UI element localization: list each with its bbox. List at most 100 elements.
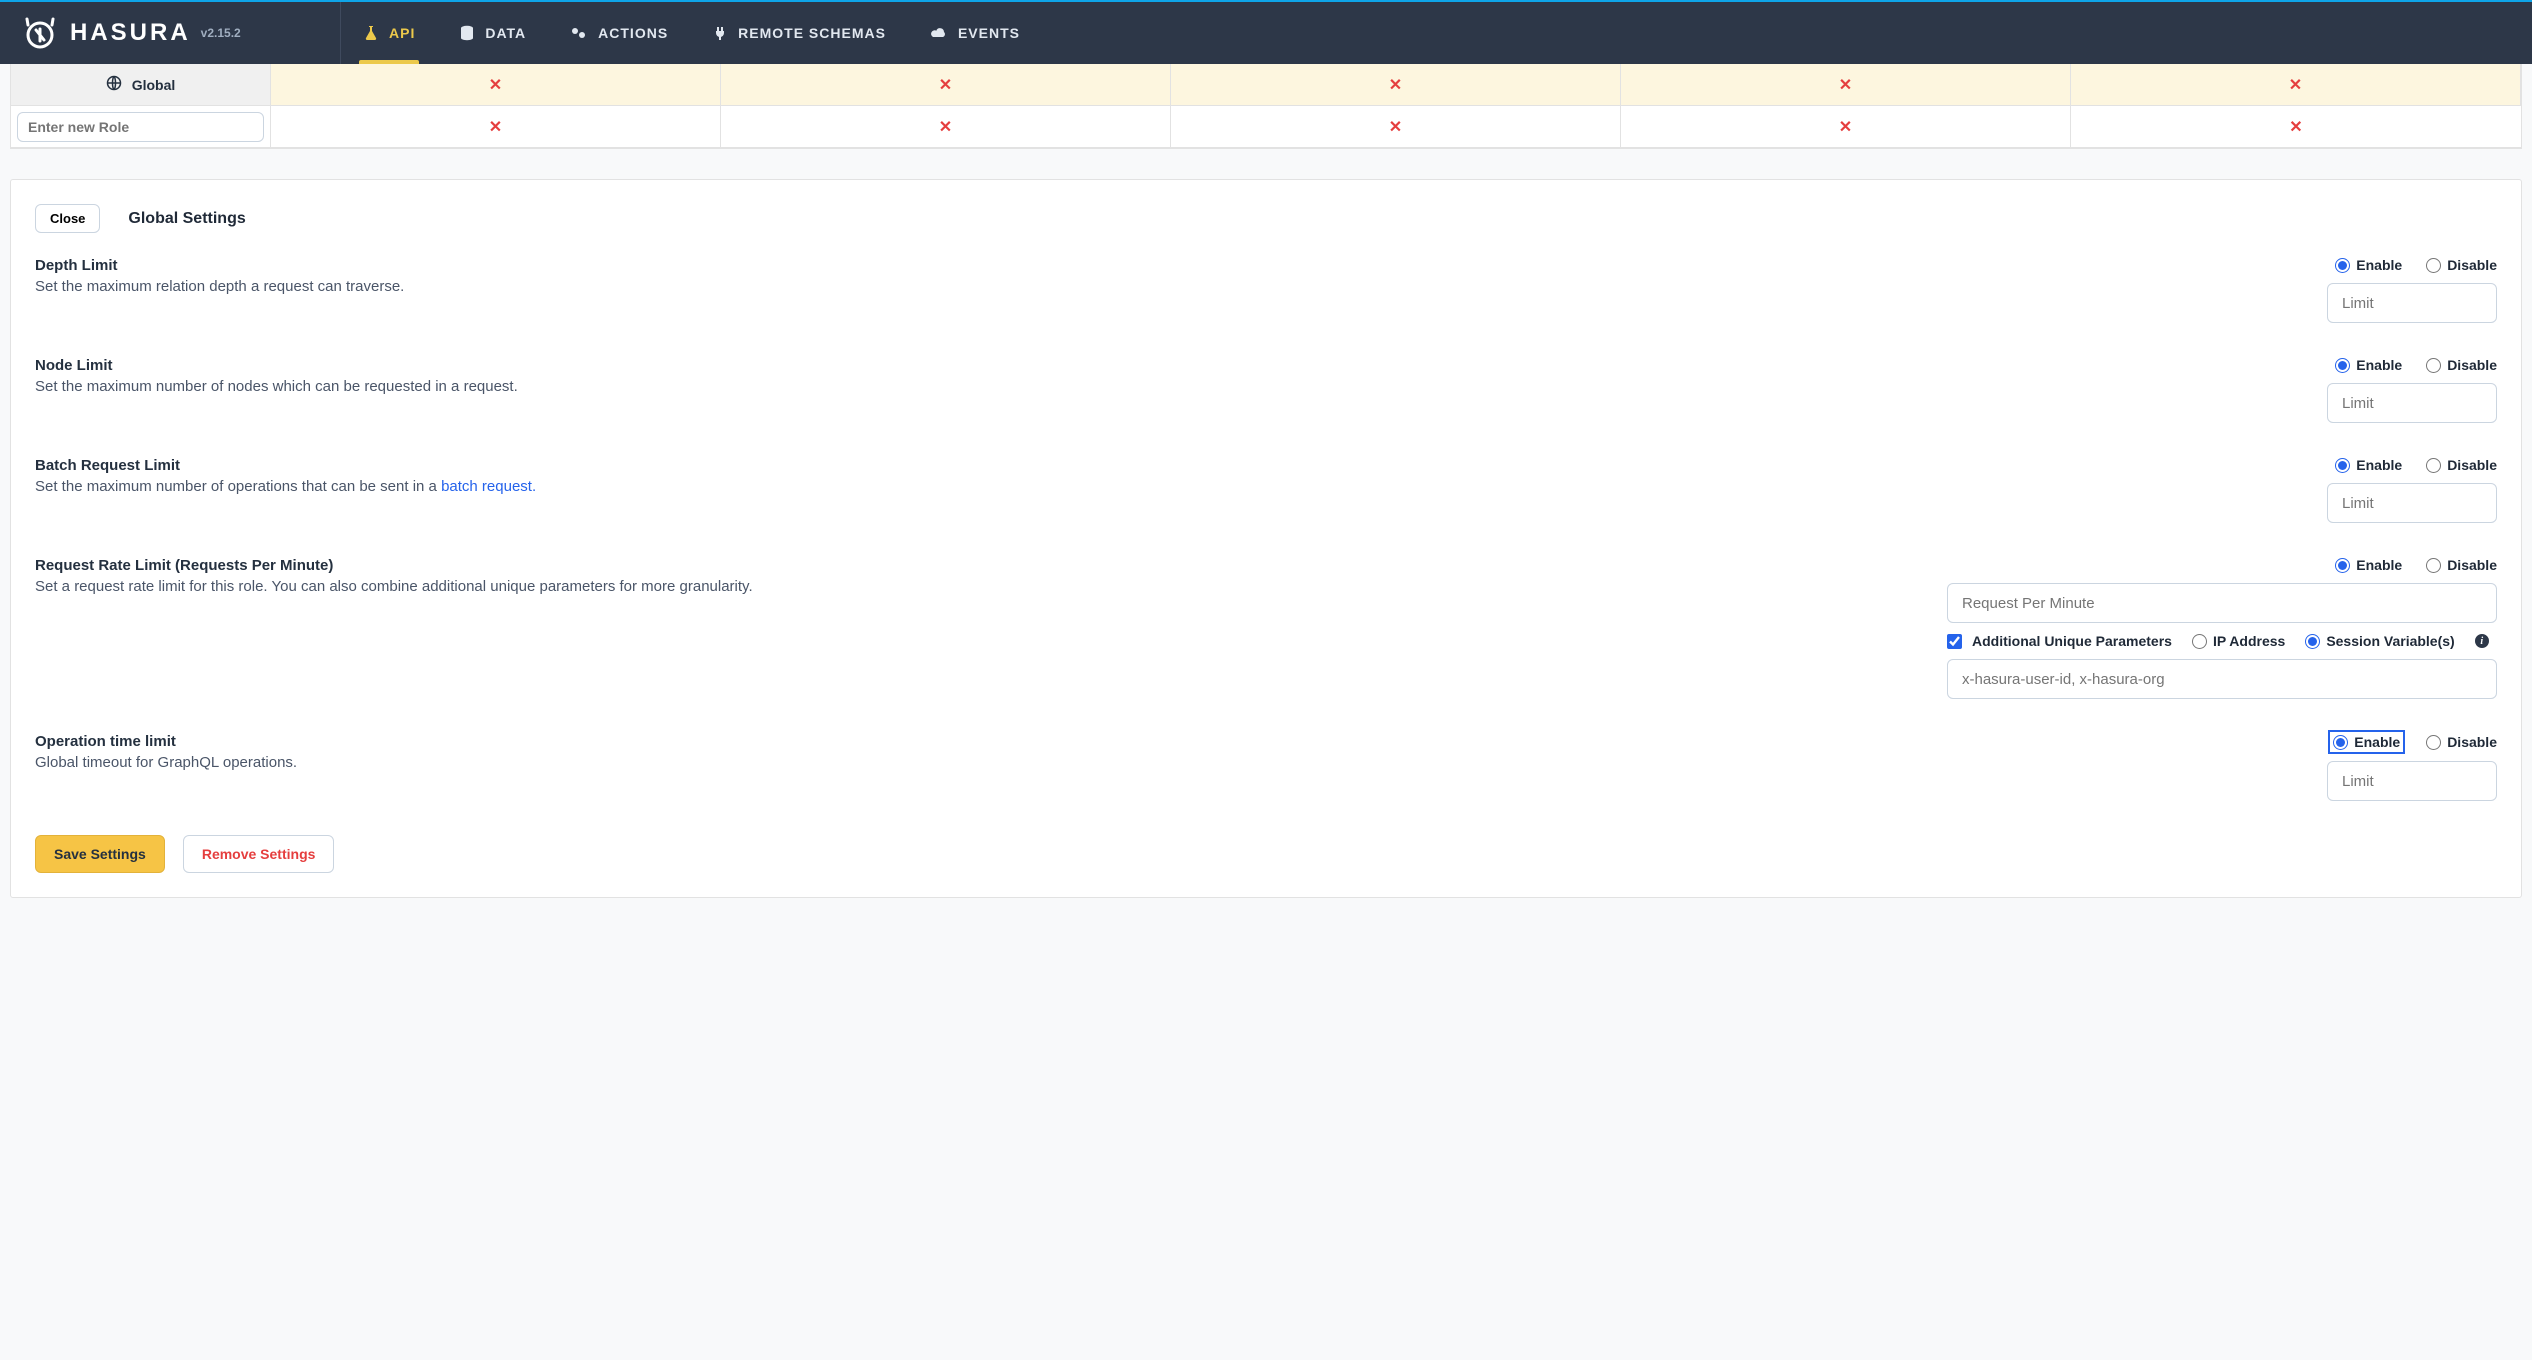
top-nav: HASURA v2.15.2 API DATA ACTIONS REMOTE S… xyxy=(0,0,2532,64)
close-button[interactable]: Close xyxy=(35,204,100,233)
depth-limit-title: Depth Limit xyxy=(35,257,2327,274)
aup-label: Additional Unique Parameters xyxy=(1972,633,2172,649)
global-cell-3[interactable]: ✕ xyxy=(1171,64,1621,106)
optime-title: Operation time limit xyxy=(35,733,2327,750)
cross-icon: ✕ xyxy=(1839,117,1852,137)
nav-remote-schemas[interactable]: REMOTE SCHEMAS xyxy=(690,2,908,64)
new-role-cell-2[interactable]: ✕ xyxy=(721,106,1171,148)
cloud-icon xyxy=(930,26,948,40)
nav-api[interactable]: API xyxy=(341,2,437,64)
disable-label: Disable xyxy=(2447,557,2497,573)
cross-icon: ✕ xyxy=(939,117,952,137)
roles-table: Global ✕ ✕ ✕ ✕ ✕ ✕ ✕ ✕ ✕ ✕ xyxy=(10,64,2522,149)
node-limit-desc: Set the maximum number of nodes which ca… xyxy=(35,378,2327,395)
node-enable-radio[interactable]: Enable xyxy=(2335,357,2402,373)
plug-icon xyxy=(712,25,728,41)
optime-limit-input[interactable] xyxy=(2327,761,2497,801)
rate-enable-radio[interactable]: Enable xyxy=(2335,557,2402,573)
global-label: Global xyxy=(132,77,176,93)
session-variables-input[interactable] xyxy=(1947,659,2497,699)
batch-request-link[interactable]: batch request. xyxy=(441,478,536,495)
globe-icon xyxy=(106,75,122,94)
brand[interactable]: HASURA v2.15.2 xyxy=(0,15,340,51)
optime-disable-radio[interactable]: Disable xyxy=(2426,734,2497,750)
global-cell-1[interactable]: ✕ xyxy=(271,64,721,106)
batch-disable-radio[interactable]: Disable xyxy=(2426,457,2497,473)
brand-name: HASURA xyxy=(70,19,191,47)
node-limit-input[interactable] xyxy=(2327,383,2497,423)
enable-label: Enable xyxy=(2354,734,2400,750)
node-limit-title: Node Limit xyxy=(35,357,2327,374)
new-role-input[interactable] xyxy=(17,112,264,142)
flask-icon xyxy=(363,25,379,41)
rate-disable-radio[interactable]: Disable xyxy=(2426,557,2497,573)
cross-icon: ✕ xyxy=(2289,75,2302,95)
nav-actions-label: ACTIONS xyxy=(598,25,668,41)
depth-disable-radio[interactable]: Disable xyxy=(2426,257,2497,273)
enable-label: Enable xyxy=(2356,457,2402,473)
main-nav: API DATA ACTIONS REMOTE SCHEMAS EVENTS xyxy=(340,2,1042,64)
new-role-cell-5[interactable]: ✕ xyxy=(2071,106,2521,148)
card-header: Close Global Settings xyxy=(35,204,2497,233)
enable-label: Enable xyxy=(2356,257,2402,273)
new-role-cell-4[interactable]: ✕ xyxy=(1621,106,2071,148)
setting-depth-limit: Depth Limit Set the maximum relation dep… xyxy=(35,257,2497,323)
batch-limit-desc: Set the maximum number of operations tha… xyxy=(35,478,2327,495)
global-cell-2[interactable]: ✕ xyxy=(721,64,1171,106)
ip-label: IP Address xyxy=(2213,633,2285,649)
global-role-cell[interactable]: Global xyxy=(11,64,271,106)
save-settings-button[interactable]: Save Settings xyxy=(35,835,165,873)
session-variable-radio[interactable]: Session Variable(s) xyxy=(2305,633,2454,649)
info-icon[interactable]: i xyxy=(2475,634,2489,648)
setting-op-time-limit: Operation time limit Global timeout for … xyxy=(35,733,2497,801)
batch-enable-radio[interactable]: Enable xyxy=(2335,457,2402,473)
batch-limit-title: Batch Request Limit xyxy=(35,457,2327,474)
disable-label: Disable xyxy=(2447,734,2497,750)
disable-label: Disable xyxy=(2447,357,2497,373)
card-title: Global Settings xyxy=(128,210,245,228)
cross-icon: ✕ xyxy=(939,75,952,95)
rpm-input[interactable] xyxy=(1947,583,2497,623)
disable-label: Disable xyxy=(2447,457,2497,473)
nav-actions[interactable]: ACTIONS xyxy=(548,2,690,64)
batch-limit-input[interactable] xyxy=(2327,483,2497,523)
session-label: Session Variable(s) xyxy=(2326,633,2454,649)
nav-data[interactable]: DATA xyxy=(437,2,548,64)
cross-icon: ✕ xyxy=(489,75,502,95)
global-cell-5[interactable]: ✕ xyxy=(2071,64,2521,106)
nav-api-label: API xyxy=(389,25,415,41)
setting-node-limit: Node Limit Set the maximum number of nod… xyxy=(35,357,2497,423)
nav-remote-schemas-label: REMOTE SCHEMAS xyxy=(738,25,886,41)
new-role-cell-1[interactable]: ✕ xyxy=(271,106,721,148)
hasura-logo-icon xyxy=(22,15,58,51)
depth-limit-desc: Set the maximum relation depth a request… xyxy=(35,278,2327,295)
cross-icon: ✕ xyxy=(1389,117,1402,137)
ip-address-radio[interactable]: IP Address xyxy=(2192,633,2285,649)
optime-desc: Global timeout for GraphQL operations. xyxy=(35,754,2327,771)
nav-events-label: EVENTS xyxy=(958,25,1020,41)
aup-checkbox[interactable]: Additional Unique Parameters xyxy=(1947,633,2172,649)
setting-rate-limit: Request Rate Limit (Requests Per Minute)… xyxy=(35,557,2497,699)
cross-icon: ✕ xyxy=(2289,117,2302,137)
brand-version: v2.15.2 xyxy=(201,26,241,40)
cross-icon: ✕ xyxy=(489,117,502,137)
database-icon xyxy=(459,25,475,41)
depth-enable-radio[interactable]: Enable xyxy=(2335,257,2402,273)
new-role-cell-3[interactable]: ✕ xyxy=(1171,106,1621,148)
nav-events[interactable]: EVENTS xyxy=(908,2,1042,64)
remove-settings-button[interactable]: Remove Settings xyxy=(183,835,335,873)
new-role-cell xyxy=(11,106,271,148)
setting-batch-limit: Batch Request Limit Set the maximum numb… xyxy=(35,457,2497,523)
node-disable-radio[interactable]: Disable xyxy=(2426,357,2497,373)
gears-icon xyxy=(570,25,588,41)
optime-enable-radio[interactable]: Enable xyxy=(2331,733,2402,751)
rate-limit-title: Request Rate Limit (Requests Per Minute) xyxy=(35,557,1947,574)
enable-label: Enable xyxy=(2356,557,2402,573)
nav-data-label: DATA xyxy=(485,25,526,41)
disable-label: Disable xyxy=(2447,257,2497,273)
global-cell-4[interactable]: ✕ xyxy=(1621,64,2071,106)
action-buttons: Save Settings Remove Settings xyxy=(35,835,2497,873)
depth-limit-input[interactable] xyxy=(2327,283,2497,323)
rate-limit-desc: Set a request rate limit for this role. … xyxy=(35,578,1947,595)
cross-icon: ✕ xyxy=(1389,75,1402,95)
